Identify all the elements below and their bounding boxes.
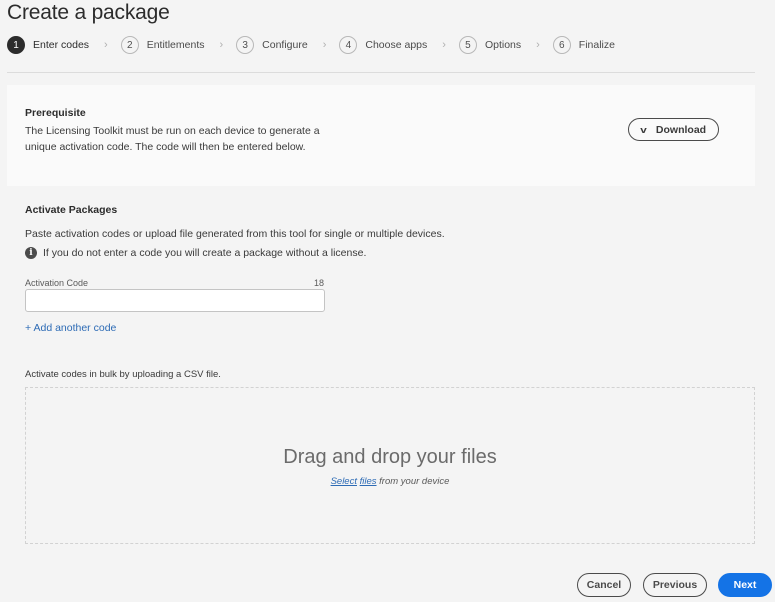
activate-description: Paste activation codes or upload file ge… — [25, 228, 445, 240]
previous-button[interactable]: Previous — [643, 573, 707, 597]
chevron-right-icon: › — [219, 39, 224, 51]
bulk-upload-label: Activate codes in bulk by uploading a CS… — [25, 369, 221, 380]
step-options[interactable]: 5 Options — [458, 36, 522, 54]
chevron-right-icon: › — [322, 39, 327, 51]
activate-packages-title: Activate Packages — [25, 204, 118, 216]
info-icon: i — [25, 247, 37, 259]
step-number: 2 — [120, 36, 139, 54]
select-files-link[interactable]: Select — [331, 476, 357, 487]
header-divider — [7, 72, 755, 73]
step-number: 3 — [236, 36, 255, 54]
step-number: 4 — [339, 36, 358, 54]
activation-code-label: Activation Code — [25, 278, 89, 288]
download-label: Download — [655, 123, 707, 136]
activation-code-input[interactable] — [25, 289, 325, 312]
chevron-right-icon: › — [536, 39, 540, 51]
chevron-right-icon: › — [104, 39, 108, 51]
step-number: 6 — [552, 36, 571, 54]
step-label: Choose apps — [365, 39, 428, 51]
page-title: Create a package — [7, 1, 170, 24]
step-label: Options — [484, 39, 522, 51]
activation-code-char-count: 18 — [313, 278, 324, 288]
chevron-right-icon: › — [442, 39, 446, 51]
step-finalize[interactable]: 6 Finalize — [552, 36, 615, 54]
step-enter-codes[interactable]: 1 Enter codes — [7, 36, 89, 54]
step-number: 1 — [7, 36, 25, 54]
prerequisite-text: The Licensing Toolkit must be run on eac… — [25, 125, 320, 153]
select-files-link-2[interactable]: files — [360, 476, 377, 487]
file-dropzone[interactable]: Drag and drop your files Select files fr… — [25, 387, 755, 544]
cancel-button[interactable]: Cancel — [577, 573, 631, 597]
prerequisite-title: Prerequisite — [25, 107, 86, 119]
dropzone-title: Drag and drop your files — [283, 446, 497, 468]
step-label: Configure — [262, 39, 308, 51]
dropzone-suffix: from your device — [376, 476, 450, 487]
step-label: Entitlements — [146, 39, 205, 51]
add-another-code-link[interactable]: + Add another code — [25, 322, 116, 334]
step-label: Enter codes — [33, 39, 90, 51]
step-label: Finalize — [578, 39, 615, 51]
info-message: i If you do not enter a code you will cr… — [25, 247, 366, 259]
step-number: 5 — [458, 36, 477, 54]
info-text: If you do not enter a code you will crea… — [43, 247, 367, 259]
create-package-page: Create a package 1 Enter codes › 2 Entit… — [0, 0, 775, 602]
prerequisite-panel: Prerequisite The Licensing Toolkit must … — [7, 85, 755, 186]
download-button[interactable]: v Download — [628, 118, 719, 141]
dropzone-subtitle: Select files from your device — [26, 476, 754, 487]
step-configure[interactable]: 3 Configure — [236, 36, 308, 54]
next-button[interactable]: Next — [718, 573, 772, 597]
step-choose-apps[interactable]: 4 Choose apps — [339, 36, 427, 54]
stepper: 1 Enter codes › 2 Entitlements › 3 Confi… — [7, 36, 615, 54]
step-entitlements[interactable]: 2 Entitlements — [120, 36, 205, 54]
chevron-down-icon: v — [640, 124, 647, 135]
